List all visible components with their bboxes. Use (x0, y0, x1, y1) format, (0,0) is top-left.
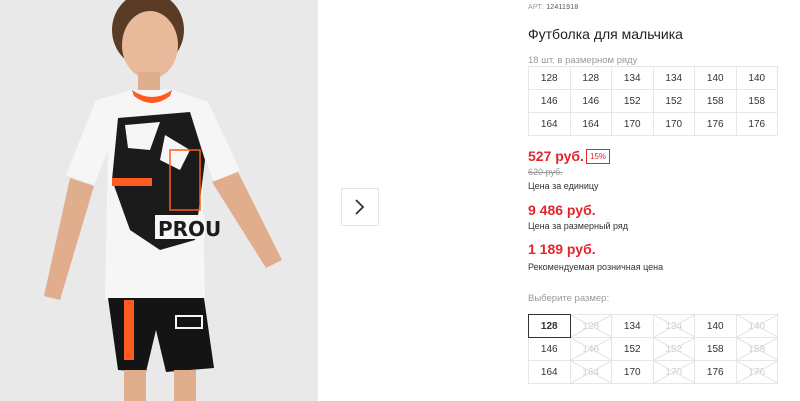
table-row: 146 146 152 152 158 158 (528, 89, 778, 113)
size-option-unavailable: 152 (652, 337, 695, 361)
size-option-label: 146 (540, 343, 558, 355)
size-option-label: 164 (540, 366, 558, 378)
unit-price: 527 руб. (528, 148, 584, 164)
series-price-label: Цена за размерный ряд (528, 221, 629, 231)
cross-out-icon (654, 338, 695, 360)
size-cell: 134 (652, 66, 695, 90)
product-photo: PROU (0, 0, 318, 401)
size-cell: 128 (569, 66, 612, 90)
chevron-right-icon (355, 199, 365, 215)
size-picker-label: Выберите размер: (528, 293, 610, 304)
cross-out-icon (571, 361, 612, 383)
size-option[interactable]: 170 (611, 360, 654, 384)
series-price: 9 486 руб. (528, 202, 596, 218)
cross-out-icon (737, 338, 778, 360)
size-option[interactable]: 152 (611, 337, 654, 361)
size-cell: 140 (694, 66, 737, 90)
size-option[interactable]: 140 (694, 314, 737, 338)
table-row: 164 164 170 170 176 176 (528, 112, 778, 136)
size-option-unavailable: 158 (735, 337, 778, 361)
unit-price-label: Цена за единицу (528, 181, 599, 191)
size-cell: 158 (735, 89, 778, 113)
size-option-label: 128 (540, 320, 558, 332)
size-cell: 134 (611, 66, 654, 90)
size-cell: 176 (735, 112, 778, 136)
size-cell: 152 (652, 89, 695, 113)
size-option-label: 170 (623, 366, 641, 378)
size-option-unavailable: 146 (569, 337, 612, 361)
size-option-label: 176 (706, 366, 724, 378)
size-option-unavailable: 140 (735, 314, 778, 338)
cross-out-icon (571, 315, 612, 337)
cross-out-icon (737, 315, 778, 337)
size-cell: 164 (528, 112, 571, 136)
cross-out-icon (654, 315, 695, 337)
retail-price-label: Рекомендуемая розничная цена (528, 262, 664, 272)
size-series-table: 128 128 134 134 140 140 146 146 152 152 … (528, 66, 778, 136)
size-option-unavailable: 164 (569, 360, 612, 384)
size-cell: 170 (652, 112, 695, 136)
size-option-unavailable: 170 (652, 360, 695, 384)
size-cell: 158 (694, 89, 737, 113)
size-option-unavailable: 134 (652, 314, 695, 338)
svg-text:PROU: PROU (158, 217, 221, 241)
size-option[interactable]: 158 (694, 337, 737, 361)
size-cell: 176 (694, 112, 737, 136)
size-option[interactable]: 176 (694, 360, 737, 384)
size-option-label: 140 (706, 320, 724, 332)
size-option-label: 134 (623, 320, 641, 332)
discount-badge: 15% (586, 149, 611, 164)
size-cell: 146 (569, 89, 612, 113)
next-image-button[interactable] (341, 188, 379, 226)
size-cell: 140 (735, 66, 778, 90)
table-row: 128 128 134 134 140 140 (528, 66, 778, 90)
product-title: Футболка для мальчика (528, 26, 683, 42)
size-picker: 128 128 134 134 140 140 146 146 152 152 158 158 164 1… (528, 314, 798, 384)
size-option-unavailable: 128 (569, 314, 612, 338)
cross-out-icon (571, 338, 612, 360)
product-gallery[interactable]: PROU (0, 0, 318, 401)
cross-out-icon (654, 361, 695, 383)
sku: АРТ: 12411918 (528, 4, 578, 11)
size-option[interactable]: 164 (528, 360, 571, 384)
old-price: 620 руб. (528, 167, 563, 177)
sku-label: АРТ: (528, 4, 545, 11)
size-option-label: 158 (706, 343, 724, 355)
size-option-unavailable: 176 (735, 360, 778, 384)
size-option[interactable]: 128 (528, 314, 571, 338)
retail-price: 1 189 руб. (528, 241, 596, 257)
size-cell: 164 (569, 112, 612, 136)
size-option[interactable]: 146 (528, 337, 571, 361)
size-cell: 152 (611, 89, 654, 113)
size-option-label: 152 (623, 343, 641, 355)
sku-value: 12411918 (546, 4, 579, 11)
series-note: 18 шт. в размерном ряду (528, 55, 638, 66)
product-info-panel: АРТ: 12411918 Футболка для мальчика 18 ш… (528, 0, 800, 401)
size-option[interactable]: 134 (611, 314, 654, 338)
size-cell: 170 (611, 112, 654, 136)
cross-out-icon (737, 361, 778, 383)
size-cell: 128 (528, 66, 571, 90)
size-cell: 146 (528, 89, 571, 113)
